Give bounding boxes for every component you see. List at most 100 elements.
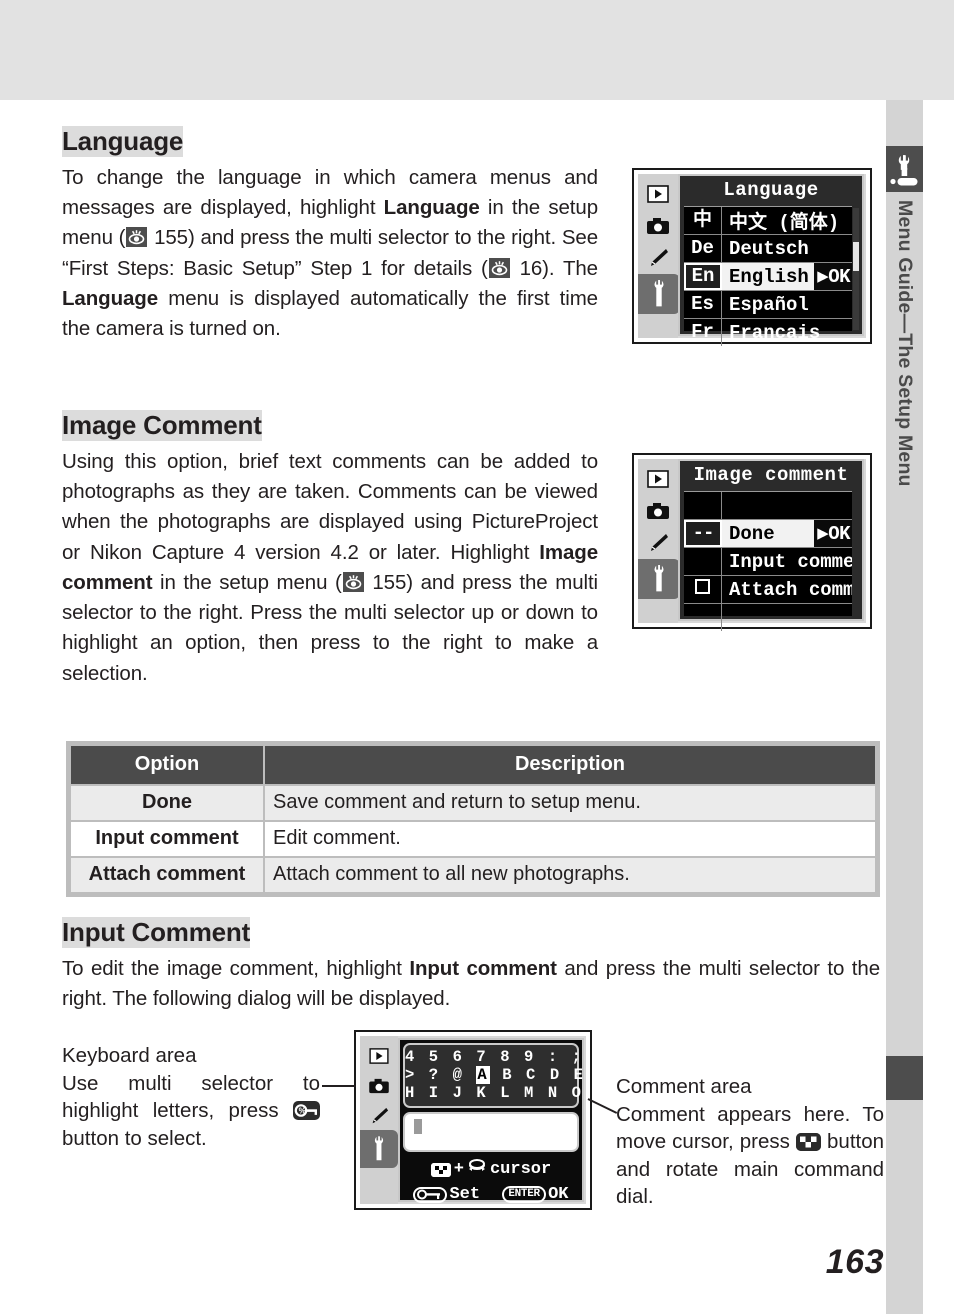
lang-ref-1: 155 (154, 226, 188, 250)
keyboard-row-2[interactable]: > ? @ A B C D E F G (405, 1066, 631, 1084)
annotation-title: Comment area (616, 1075, 752, 1098)
page-title-input-comment: Input Comment (62, 917, 251, 948)
set-hint: Set (413, 1184, 480, 1205)
pencil-icon (365, 1102, 393, 1130)
row-label: Input comment (729, 550, 852, 573)
row-code (684, 548, 722, 575)
pencil-icon (644, 529, 672, 557)
image-comment-body: Using this option, brief text comments c… (62, 447, 598, 689)
table-row: Attach comment Attach comment to all new… (71, 858, 875, 892)
play-icon (644, 465, 672, 493)
keyboard-row-1[interactable]: 4 5 6 7 8 9 : ; < = (405, 1048, 629, 1066)
eye-reference-icon (342, 571, 364, 592)
lang-code: De (684, 235, 722, 262)
list-item-done[interactable]: -- Done ▶OK (684, 520, 852, 548)
annotation-text: Comment appears here. To move cursor, pr… (616, 1101, 884, 1211)
pencil-icon (644, 244, 672, 272)
cursor-label: cursor (489, 1160, 552, 1179)
eye-reference-icon (126, 227, 148, 248)
list-item-attach-comment[interactable]: Attach comment (684, 576, 852, 604)
image-comment-menu-screenshot: Image comment -- Done ▶OK Input comment (632, 453, 872, 631)
row-label: Done (729, 522, 775, 545)
wrench-icon (638, 274, 680, 314)
list-item[interactable]: De Deutsch (684, 235, 852, 263)
lcd-tab-strip (638, 174, 680, 338)
language-option-list: 中 中文 (简体) De Deutsch En English ▶OK Es E… (684, 206, 852, 346)
annotation-text-after: button to select. (62, 1126, 207, 1150)
table-row: Input comment Edit comment. (71, 822, 875, 856)
wrench-icon (360, 1130, 398, 1168)
thumbnail-button-icon (430, 1162, 451, 1177)
chapter-label: Menu Guide—The Setup Menu (894, 200, 916, 487)
language-section: Language To change the language in which… (62, 126, 598, 344)
lang-label: Français (729, 321, 821, 344)
eye-reference-icon (488, 257, 510, 278)
list-item-selected[interactable]: En English ▶OK (684, 263, 852, 291)
list-item[interactable]: 中 中文 (简体) (684, 207, 852, 235)
row-code (684, 604, 722, 631)
lang-ref-2: 16 (519, 256, 543, 280)
list-item[interactable]: Fr Français (684, 319, 852, 346)
key-button-icon (413, 1186, 448, 1203)
input-comment-dialog-screenshot: 4 5 6 7 8 9 : ; < = > ? @ A B C D E F G … (354, 1030, 631, 1210)
option-description-table: Option Description Done Save comment and… (66, 741, 880, 897)
side-tab-bottom-marker (886, 1056, 923, 1100)
selected-character[interactable]: A (476, 1066, 491, 1084)
option-description: Attach comment to all new photographs. (265, 858, 875, 892)
annotation-text: Use multi selector to highlight letters,… (62, 1070, 320, 1153)
lcd-tab-strip (638, 459, 680, 623)
ic-ref-1: 155 (372, 570, 407, 594)
ic-text-1: Using this option, brief text comments c… (62, 449, 598, 564)
ok-hint: ENTER OK (502, 1184, 569, 1205)
table-row: Done Save comment and return to setup me… (71, 786, 875, 820)
row-code (684, 492, 722, 519)
option-name: Attach comment (71, 858, 263, 892)
table-header-row: Option Description (71, 746, 875, 784)
cursor-hint: + cursor (403, 1157, 579, 1182)
input-comment-body: To edit the image comment, highlight Inp… (62, 954, 880, 1015)
language-menu-screenshot: Language 中 中文 (简体) De Deutsch En English… (632, 168, 872, 346)
lang-code: Fr (684, 319, 722, 346)
option-description: Save comment and return to setup menu. (265, 786, 875, 820)
scrollbar[interactable] (853, 208, 859, 330)
lang-label: Español (729, 293, 809, 316)
lcd-title: Language (723, 179, 819, 201)
page-title-language: Language (62, 126, 184, 157)
keyboard-row-3[interactable]: H I J K L M N O P Q (405, 1084, 629, 1102)
comment-area-annotation: Comment area Comment appears here. To mo… (616, 1073, 884, 1211)
comment-area[interactable] (403, 1112, 579, 1152)
column-header-description: Description (265, 746, 875, 784)
text-cursor (414, 1119, 422, 1134)
row-code: -- (684, 520, 722, 547)
set-label: Set (449, 1185, 481, 1204)
key-button-icon: % (293, 1101, 320, 1120)
lang-bold-1: Language (383, 195, 480, 219)
list-item-input-comment[interactable]: Input comment (684, 548, 852, 576)
lang-bold-2: Language (62, 286, 159, 310)
lcd-screen: Language 中 中文 (简体) De Deutsch En English… (678, 174, 864, 346)
option-description: Edit comment. (265, 822, 875, 856)
column-header-option: Option (71, 746, 263, 784)
inc-bold-1: Input comment (409, 956, 557, 980)
ok-indicator: ▶OK (814, 520, 852, 547)
lang-label: 中文 (简体) (729, 212, 840, 234)
list-item[interactable]: Es Español (684, 291, 852, 319)
lcd-screen: Image comment -- Done ▶OK Input comment (678, 459, 864, 631)
lcd-title: Image comment (693, 464, 849, 486)
set-ok-hints: Set ENTER OK (403, 1184, 579, 1205)
play-icon (365, 1042, 393, 1070)
lang-code: Es (684, 291, 722, 318)
thumbnail-button-icon (795, 1133, 821, 1151)
scrollbar-thumb[interactable] (853, 242, 859, 272)
keyboard-area[interactable]: 4 5 6 7 8 9 : ; < = > ? @ A B C D E F G … (403, 1043, 631, 1108)
plus-symbol: + (453, 1160, 464, 1179)
attach-checkbox[interactable] (684, 576, 722, 603)
option-name: Done (71, 786, 263, 820)
lang-label: English (729, 265, 809, 288)
lcd-body: Image comment -- Done ▶OK Input comment (638, 459, 866, 631)
ic-text-2: in the setup menu ( (152, 570, 342, 594)
ok-indicator: ▶OK (814, 263, 852, 290)
lcd-body: Language 中 中文 (简体) De Deutsch En English… (638, 174, 866, 346)
lang-label: Deutsch (729, 237, 809, 260)
camera-icon (644, 212, 672, 240)
